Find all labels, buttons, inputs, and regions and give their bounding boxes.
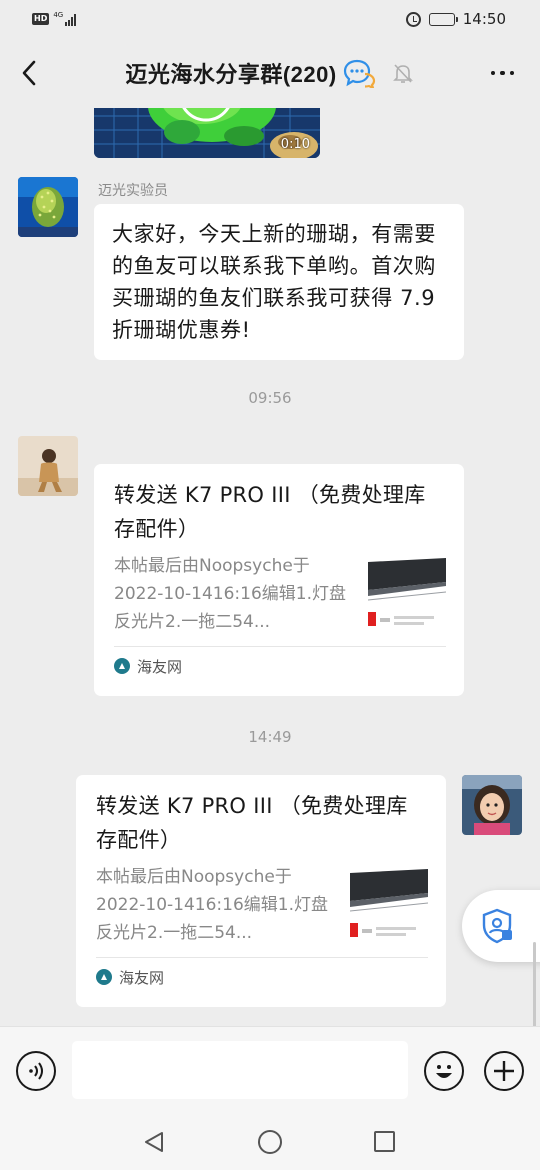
chat-area[interactable]: 0:10 迈光实验员 大家好，今天上新的珊瑚，有需要的鱼友可以联系我下单哟。首次… bbox=[0, 108, 540, 1026]
status-bar: HD 4G 14:50 bbox=[0, 0, 540, 38]
input-bar bbox=[0, 1026, 540, 1114]
video-duration: 0:10 bbox=[280, 137, 310, 152]
status-time: 14:50 bbox=[462, 10, 506, 28]
back-arrow-icon bbox=[22, 60, 36, 86]
title-group[interactable]: 迈光海水分享群(220) bbox=[125, 57, 414, 89]
chat-bubbles-icon bbox=[343, 59, 375, 88]
back-button[interactable] bbox=[14, 58, 44, 88]
avatar[interactable] bbox=[18, 436, 78, 496]
page-title[interactable]: 迈光海水分享群(220) bbox=[125, 57, 336, 89]
timestamp: 09:56 bbox=[248, 389, 292, 407]
video-message[interactable]: 0:10 bbox=[94, 108, 320, 158]
card-thumbnail-image bbox=[368, 556, 446, 634]
card-body: 本帖最后由Noopsyche于2022-10-1416:16编辑1.灯盘反光片2… bbox=[96, 863, 428, 947]
system-recents-icon[interactable] bbox=[374, 1131, 395, 1152]
more-button[interactable] bbox=[490, 60, 514, 86]
sender-name: 迈光实验员 bbox=[98, 183, 168, 199]
voice-icon bbox=[29, 1062, 43, 1080]
system-navigation-bar bbox=[0, 1114, 540, 1170]
card-source: 海友网 bbox=[96, 958, 428, 996]
floating-shield-button[interactable] bbox=[462, 890, 540, 962]
card-description: 本帖最后由Noopsyche于2022-10-1416:16编辑1.灯盘反光片2… bbox=[96, 867, 329, 943]
card-title: 转发送 K7 PRO III （免费处理库存配件） bbox=[96, 794, 408, 852]
timestamp: 14:49 bbox=[248, 728, 292, 746]
link-card[interactable]: 转发送 K7 PRO III （免费处理库存配件） 本帖最后由Noopsyche… bbox=[94, 464, 464, 696]
text-message[interactable]: 大家好，今天上新的珊瑚，有需要的鱼友可以联系我下单哟。首次购买珊瑚的鱼友们联系我… bbox=[94, 204, 464, 360]
message-input[interactable] bbox=[72, 1041, 408, 1099]
scrollbar[interactable] bbox=[533, 942, 536, 1026]
card-body: 本帖最后由Noopsyche于2022-10-1416:16编辑1.灯盘反光片2… bbox=[114, 552, 446, 636]
alarm-icon bbox=[405, 11, 421, 27]
system-home-icon[interactable] bbox=[258, 1130, 282, 1154]
link-card[interactable]: 转发送 K7 PRO III （免费处理库存配件） 本帖最后由Noopsyche… bbox=[76, 775, 446, 1007]
person-avatar-image bbox=[18, 436, 78, 496]
status-left: HD 4G bbox=[32, 11, 77, 26]
emoji-button[interactable] bbox=[424, 1051, 464, 1091]
coral-avatar-image bbox=[18, 177, 78, 237]
card-description: 本帖最后由Noopsyche于2022-10-1416:16编辑1.灯盘反光片2… bbox=[114, 556, 347, 632]
more-icon-dot bbox=[490, 70, 495, 76]
avatar[interactable] bbox=[18, 177, 78, 237]
more-icon-dot bbox=[500, 70, 505, 76]
card-title: 转发送 K7 PRO III （免费处理库存配件） bbox=[114, 483, 426, 541]
light-fixture-image bbox=[350, 867, 428, 945]
shield-user-icon bbox=[482, 908, 512, 944]
mute-bell-icon bbox=[392, 64, 413, 83]
emoji-icon bbox=[436, 1065, 452, 1078]
voice-button[interactable] bbox=[16, 1051, 56, 1091]
status-right: 14:50 bbox=[405, 10, 506, 28]
child-avatar-image bbox=[462, 775, 522, 835]
signal-icon: 4G bbox=[53, 11, 77, 26]
card-thumbnail-image bbox=[350, 867, 428, 945]
hd-badge: HD bbox=[32, 13, 50, 25]
card-source-name: 海友网 bbox=[119, 968, 165, 987]
more-icon-dot bbox=[509, 70, 514, 76]
avatar[interactable] bbox=[462, 775, 522, 835]
light-fixture-image bbox=[368, 556, 446, 634]
card-source-name: 海友网 bbox=[137, 657, 183, 676]
more-actions-button[interactable] bbox=[484, 1051, 524, 1091]
card-source: 海友网 bbox=[114, 647, 446, 685]
chat-header: 迈光海水分享群(220) bbox=[0, 38, 540, 108]
system-back-icon[interactable] bbox=[142, 1130, 166, 1154]
source-logo-icon bbox=[96, 969, 112, 985]
source-logo-icon bbox=[114, 658, 130, 674]
plus-icon bbox=[494, 1061, 514, 1081]
network-type: 4G bbox=[53, 11, 64, 19]
battery-icon bbox=[428, 12, 458, 26]
